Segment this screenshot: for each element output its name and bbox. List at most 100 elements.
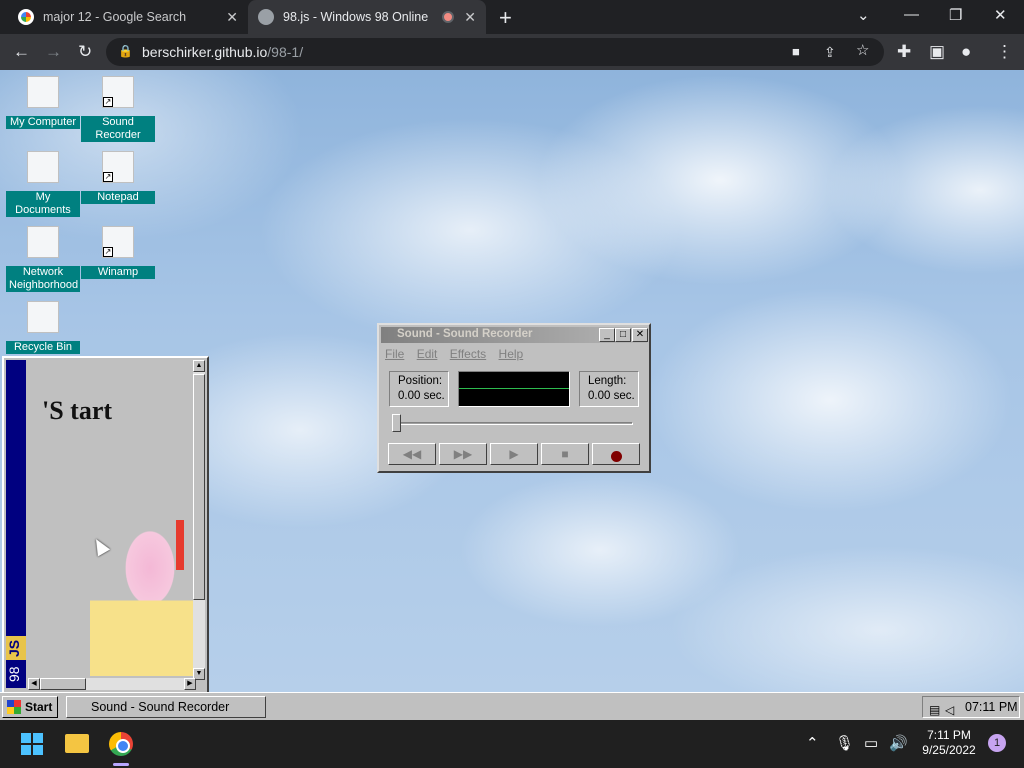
computer-icon [27, 76, 59, 108]
position-readout: Position: 0.00 sec. [389, 371, 449, 407]
profile-icon[interactable]: ● [961, 42, 971, 62]
start-button[interactable]: Start [2, 696, 58, 718]
new-tab-icon[interactable]: + [499, 5, 512, 31]
close-tab-icon[interactable]: ✕ [226, 9, 238, 26]
windows-flag-icon [7, 700, 21, 714]
tab-title: 98.js - Windows 98 Online [283, 10, 429, 24]
maximize-icon[interactable]: □ [615, 328, 631, 342]
play-button[interactable]: ▶ [490, 443, 538, 465]
window-title: Sound - Sound Recorder [397, 328, 533, 340]
length-readout: Length: 0.00 sec. [579, 371, 639, 407]
seek-end-button[interactable]: ▶▶ [439, 443, 487, 465]
side-panel-icon[interactable]: ▣ [929, 42, 945, 62]
url-text: berschirker.github.io/98-1/ [142, 44, 304, 60]
close-tab-icon[interactable]: ✕ [464, 9, 476, 26]
system-tray: ▤ ◁ 07:11 PM [922, 696, 1020, 718]
desktop-icon-sound-recorder[interactable]: ↗ Sound Recorder [80, 76, 156, 143]
microphone-icon[interactable]: 🎙 [835, 734, 854, 752]
win98-taskbar: Start Sound - Sound Recorder ▤ ◁ 07:11 P… [0, 692, 1024, 720]
sound-recorder-window[interactable]: Sound - Sound Recorder _ □ ✕ File Edit E… [377, 323, 651, 473]
extensions-icon[interactable]: ✚ [897, 42, 911, 62]
desktop-icon-my-computer[interactable]: My Computer [5, 76, 81, 130]
desktop-icon-winamp[interactable]: ↗ Winamp [80, 226, 156, 280]
reload-icon[interactable]: ↻ [78, 42, 92, 62]
close-icon[interactable]: ✕ [632, 328, 648, 342]
taskbar-item-sound-recorder[interactable]: Sound - Sound Recorder [66, 696, 266, 718]
scroll-left-icon[interactable]: ◀ [28, 678, 40, 690]
microphone-icon: ↗ [102, 76, 134, 108]
host-os-taskbar: ⌃ 🎙 ▭ 🔊 7:11 PM 9/25/2022 1 [0, 720, 1024, 768]
volume-icon[interactable]: ◁ [945, 700, 954, 720]
speaker-icon[interactable]: 🔊 [889, 734, 908, 752]
desktop-icon-notepad[interactable]: ↗ Notepad [80, 151, 156, 205]
desktop-icon-my-documents[interactable]: My Documents [5, 151, 81, 218]
menu-bar: File Edit Effects Help [385, 347, 532, 361]
waveform-display [458, 371, 570, 407]
menu-help[interactable]: Help [499, 347, 524, 361]
share-icon[interactable]: ⇪ [824, 42, 836, 62]
shortcut-arrow-icon: ↗ [103, 172, 113, 182]
seek-start-button[interactable]: ◀◀ [388, 443, 436, 465]
menu-edit[interactable]: Edit [417, 347, 438, 361]
seek-thumb[interactable] [392, 414, 401, 432]
menu-file[interactable]: File [385, 347, 404, 361]
vertical-scrollbar[interactable]: ▲ ▼ [193, 360, 205, 680]
back-icon[interactable]: ← [13, 42, 30, 62]
winamp-icon: ↗ [102, 226, 134, 258]
js-badge: JS [6, 636, 26, 660]
bookmark-star-icon[interactable]: ☆ [856, 41, 869, 61]
address-bar[interactable]: 🔒 berschirker.github.io/98-1/ ■ ⇪ ☆ [106, 38, 884, 66]
minimize-icon[interactable]: _ [599, 328, 615, 342]
minimize-icon[interactable]: — [904, 6, 919, 23]
notepad-icon: ↗ [102, 151, 134, 183]
icon-label: Recycle Bin [6, 341, 80, 354]
side-label: 98 [6, 666, 22, 682]
record-button[interactable] [592, 443, 640, 465]
network-tray-icon[interactable]: ▤ [929, 700, 940, 720]
recycle-bin-icon [27, 301, 59, 333]
lock-icon: 🔒 [118, 44, 133, 58]
browser-toolbar: ← → ↻ 🔒 berschirker.github.io/98-1/ ■ ⇪ … [0, 34, 1024, 70]
globe-icon [258, 9, 274, 25]
shortcut-arrow-icon: ↗ [103, 97, 113, 107]
forward-icon[interactable]: → [45, 42, 62, 62]
tab-title: major 12 - Google Search [43, 10, 187, 24]
scroll-thumb[interactable] [193, 374, 205, 600]
seek-track[interactable] [393, 422, 633, 425]
network-icon[interactable]: ▭ [864, 734, 878, 752]
file-explorer-icon[interactable] [65, 734, 89, 753]
length-value: 0.00 sec. [588, 390, 635, 402]
taskbar-item-label: Sound - Sound Recorder [91, 700, 230, 714]
close-window-icon[interactable]: ✕ [994, 6, 1007, 24]
tray-clock: 07:11 PM [965, 700, 1018, 714]
tab-98js[interactable]: 98.js - Windows 98 Online ✕ [248, 0, 486, 34]
menu-icon[interactable]: ⋮ [996, 42, 1013, 62]
icon-label: Notepad [81, 191, 155, 204]
desktop-icon-recycle-bin[interactable]: Recycle Bin [5, 301, 81, 355]
restore-icon[interactable]: ❐ [949, 6, 962, 24]
tab-search-chevron-icon[interactable]: ⌄ [857, 6, 870, 24]
start-window[interactable]: JS 98 'S tart ▲ ▼ ◀ ▶ [2, 356, 209, 692]
windows-start-icon[interactable] [21, 733, 43, 755]
win98-desktop[interactable]: My Computer ↗ Sound Recorder My Document… [0, 70, 1024, 692]
google-icon [18, 9, 34, 25]
notification-badge[interactable]: 1 [988, 734, 1006, 752]
horizontal-scrollbar[interactable]: ◀ ▶ [28, 678, 196, 690]
icon-label: Winamp [81, 266, 155, 279]
chevron-up-icon[interactable]: ⌃ [806, 734, 819, 752]
pixel-art-image [90, 508, 198, 676]
system-time: 7:11 PM [927, 728, 971, 742]
icon-label: My Computer [6, 116, 80, 129]
desktop-icon-network-neighborhood[interactable]: Network Neighborhood [5, 226, 81, 293]
folder-icon [27, 151, 59, 183]
tab-google-search[interactable]: major 12 - Google Search ✕ [8, 0, 248, 34]
scroll-thumb[interactable] [40, 678, 86, 690]
scroll-right-icon[interactable]: ▶ [184, 678, 196, 690]
chrome-icon[interactable] [109, 732, 133, 756]
menu-effects[interactable]: Effects [450, 347, 486, 361]
stop-button[interactable]: ■ [541, 443, 589, 465]
window-titlebar[interactable]: Sound - Sound Recorder _ □ ✕ [381, 327, 648, 343]
scroll-up-icon[interactable]: ▲ [193, 360, 205, 372]
camera-icon[interactable]: ■ [792, 42, 800, 62]
system-clock[interactable]: 7:11 PM 9/25/2022 [918, 728, 980, 758]
